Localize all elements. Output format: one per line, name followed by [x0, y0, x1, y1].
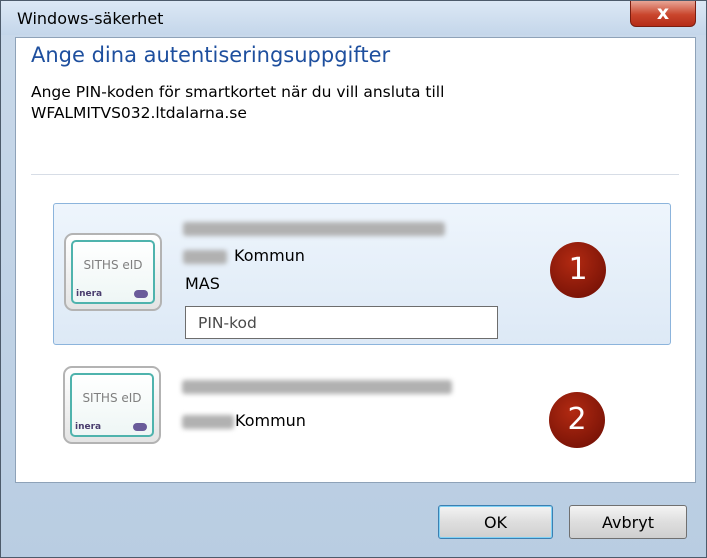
ok-button[interactable]: OK — [438, 505, 553, 539]
smartcard-face: SITHS eID inera — [71, 240, 155, 304]
inera-logo: inera — [76, 289, 103, 299]
security-dialog: Windows-säkerhet x Ange dina autentiseri… — [0, 0, 707, 558]
organization-suffix: Kommun — [235, 411, 306, 430]
cancel-button[interactable]: Avbryt — [569, 505, 687, 539]
window-title: Windows-säkerhet — [17, 9, 164, 28]
dialog-heading: Ange dina autentiseringsuppgifter — [31, 43, 391, 67]
smartcard-icon: SITHS eID inera — [64, 233, 162, 311]
inera-logo: inera — [75, 422, 102, 432]
callout-badge-1: 1 — [550, 242, 606, 298]
close-icon: x — [656, 2, 670, 24]
smartcard-label: SITHS eID — [83, 258, 143, 272]
organization-suffix: Kommun — [234, 246, 305, 265]
issuer-logo-icon — [133, 423, 147, 431]
role-label: MAS — [185, 274, 220, 293]
credential-tile-1[interactable]: SITHS eID inera Kommun MAS 1 — [53, 203, 671, 345]
smartcard-icon: SITHS eID inera — [63, 366, 161, 444]
redacted-municipality — [183, 250, 227, 264]
credential-tile-2[interactable]: SITHS eID inera Kommun 2 — [53, 356, 671, 498]
callout-badge-2: 2 — [549, 392, 605, 448]
smartcard-face: SITHS eID inera — [70, 373, 154, 437]
issuer-logo-icon — [134, 290, 148, 298]
redacted-municipality — [182, 415, 234, 429]
redacted-name — [183, 222, 445, 236]
redacted-name — [182, 380, 452, 394]
title-bar[interactable]: Windows-säkerhet x — [1, 1, 706, 35]
smartcard-label: SITHS eID — [82, 391, 142, 405]
dialog-instruction: Ange PIN-koden för smartkortet när du vi… — [31, 83, 445, 122]
pin-input[interactable] — [185, 306, 498, 339]
close-button[interactable]: x — [630, 1, 696, 27]
divider — [31, 174, 679, 175]
